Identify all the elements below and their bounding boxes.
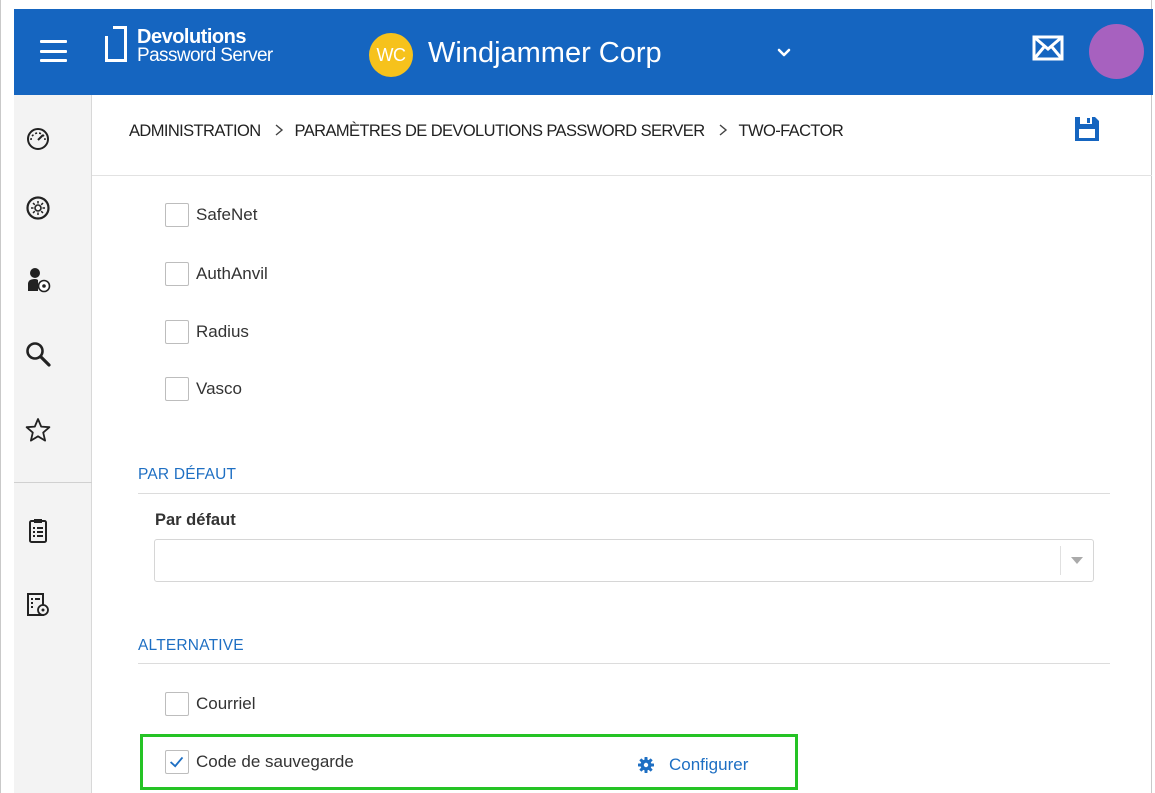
section-divider: [138, 663, 1110, 664]
avatar[interactable]: [1089, 24, 1144, 79]
option-label: Code de sauvegarde: [196, 752, 354, 771]
authanvil-checkbox[interactable]: [165, 262, 189, 286]
sidebar-divider: [14, 482, 92, 483]
org-name[interactable]: Windjammer Corp: [428, 33, 662, 73]
option-label: Courriel: [196, 694, 256, 713]
breadcrumb-item-administration[interactable]: ADMINISTRATION: [129, 122, 261, 140]
settings-circle-icon[interactable]: [25, 195, 51, 221]
brand-name: Devolutions: [137, 26, 246, 48]
breadcrumb-item-two-factor: TWO-FACTOR: [738, 122, 844, 140]
section-title-alternative: ALTERNATIVE: [138, 637, 244, 654]
vasco-checkbox[interactable]: [165, 377, 189, 401]
breadcrumb: ADMINISTRATION PARAMÈTRES DE DEVOLUTIONS …: [129, 122, 844, 141]
check-icon: [169, 756, 184, 768]
section-divider: [138, 493, 1110, 494]
breadcrumb-bar: ADMINISTRATION PARAMÈTRES DE DEVOLUTIONS …: [92, 95, 1152, 176]
chevron-right-icon: [275, 124, 283, 136]
star-icon[interactable]: [25, 417, 51, 443]
save-icon[interactable]: [1073, 115, 1101, 143]
user-admin-icon[interactable]: [25, 267, 51, 293]
radius-checkbox[interactable]: [165, 320, 189, 344]
chevron-right-icon: [719, 124, 727, 136]
report-settings-icon[interactable]: [25, 592, 51, 618]
courriel-checkbox[interactable]: [165, 692, 189, 716]
safenet-checkbox[interactable]: [165, 203, 189, 227]
breadcrumb-item-settings[interactable]: PARAMÈTRES DE DEVOLUTIONS PASSWORD SERVE…: [295, 122, 706, 140]
option-label: AuthAnvil: [196, 264, 268, 283]
option-label: Radius: [196, 322, 249, 341]
sidebar: [14, 95, 92, 793]
chevron-down-icon[interactable]: [774, 43, 794, 63]
gear-icon: [638, 757, 654, 773]
org-badge[interactable]: WC: [369, 33, 413, 77]
configure-label: Configurer: [669, 755, 749, 774]
dashboard-icon[interactable]: [25, 125, 51, 151]
default-select[interactable]: [154, 539, 1094, 582]
menu-icon[interactable]: [40, 40, 67, 62]
default-field-label: Par défaut: [155, 511, 236, 529]
caret-down-icon[interactable]: [1071, 557, 1083, 564]
mail-icon[interactable]: [1032, 34, 1064, 62]
search-icon[interactable]: [25, 341, 51, 367]
section-title-default: PAR DÉFAUT: [138, 466, 237, 483]
clipboard-icon[interactable]: [25, 518, 51, 544]
top-bar: Devolutions Password Server WC Windjamme…: [14, 9, 1153, 95]
option-label: Vasco: [196, 379, 242, 398]
option-label: SafeNet: [196, 205, 258, 224]
select-divider: [1060, 546, 1061, 575]
backup-code-checkbox[interactable]: [165, 750, 189, 774]
brand-product: Password Server: [137, 45, 273, 66]
brand-mark-icon: [105, 26, 127, 62]
